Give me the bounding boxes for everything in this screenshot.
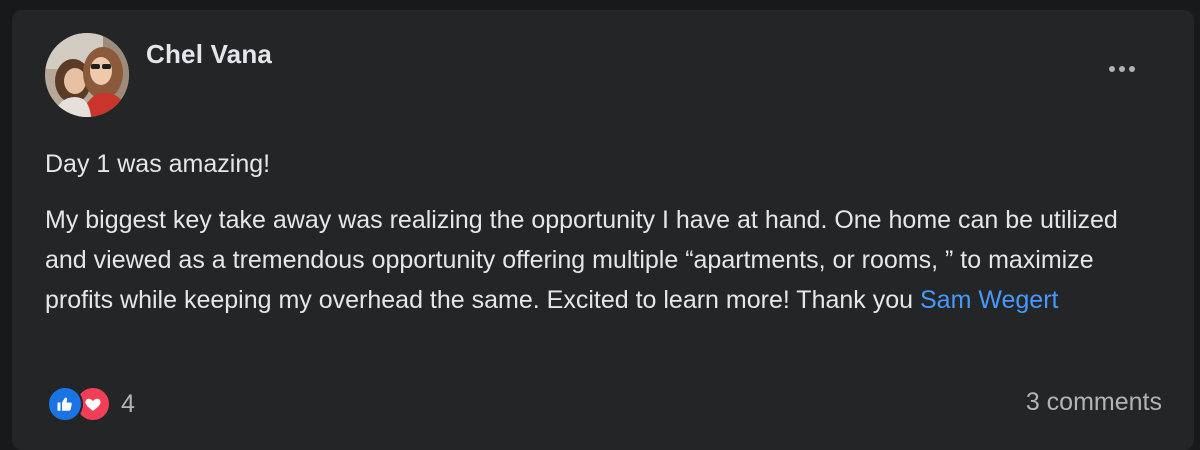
avatar-photo xyxy=(45,33,129,117)
mention-link[interactable]: Sam Wegert xyxy=(920,286,1058,314)
comments-count-link[interactable]: 3 comments xyxy=(1026,388,1162,417)
post-text-paragraph: My biggest key take away was realizing t… xyxy=(45,200,1135,320)
post-card: Chel Vana Day 1 was amazing! My biggest … xyxy=(12,10,1194,450)
reaction-count: 4 xyxy=(121,389,135,418)
post-body: Day 1 was amazing! My biggest key take a… xyxy=(45,144,1135,320)
reactions-summary[interactable]: 4 xyxy=(47,386,135,422)
avatar[interactable] xyxy=(45,33,129,117)
more-options-icon[interactable] xyxy=(1102,56,1142,82)
post-text-line: Day 1 was amazing! xyxy=(45,150,271,178)
like-icon xyxy=(47,386,83,422)
author-name[interactable]: Chel Vana xyxy=(146,39,272,70)
